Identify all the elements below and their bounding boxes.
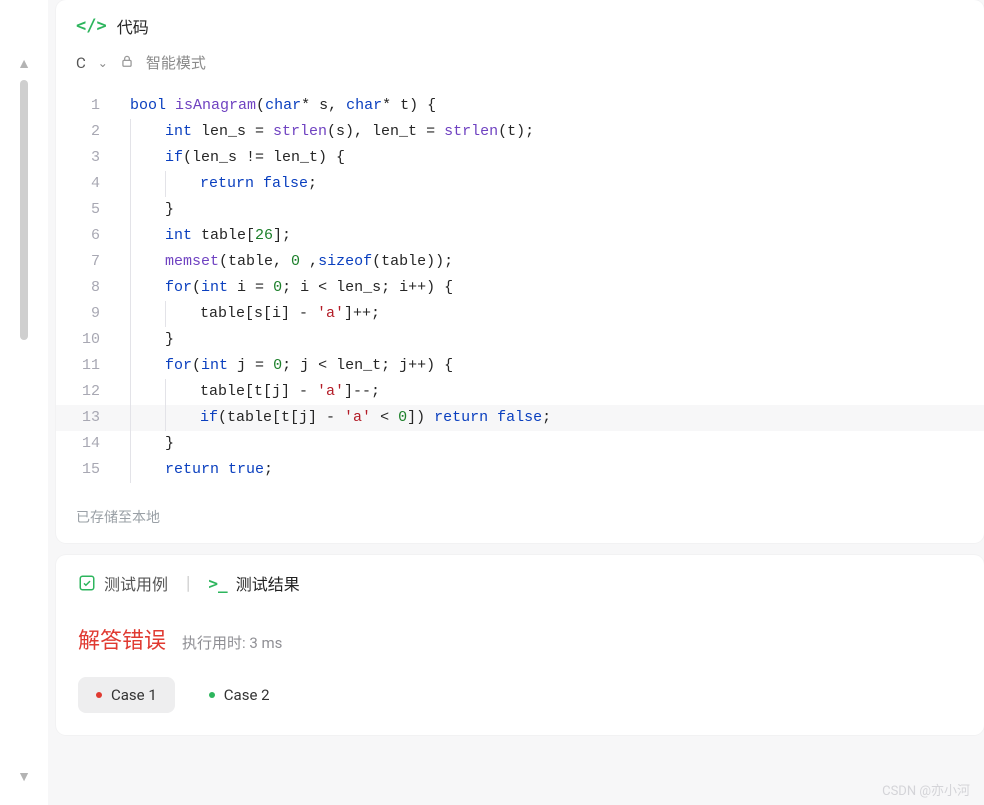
chevron-down-icon[interactable]: ⌄ xyxy=(98,56,108,70)
code-content: int table[26]; xyxy=(112,223,984,249)
code-panel-title: 代码 xyxy=(117,14,149,38)
line-number: 3 xyxy=(56,145,112,171)
code-line[interactable]: 10} xyxy=(56,327,984,353)
code-content: int len_s = strlen(s), len_t = strlen(t)… xyxy=(112,119,984,145)
tab-test-results[interactable]: >_ 测试结果 xyxy=(208,571,299,595)
code-line[interactable]: 11for(int j = 0; j < len_t; j++) { xyxy=(56,353,984,379)
code-content: if(len_s != len_t) { xyxy=(112,145,984,171)
scrollbar-track[interactable] xyxy=(20,80,28,760)
language-selector[interactable]: C xyxy=(76,54,86,72)
code-content: } xyxy=(112,431,984,457)
scrollbar-thumb[interactable] xyxy=(20,80,28,340)
terminal-icon: >_ xyxy=(208,574,227,593)
tab-test-results-label: 测试结果 xyxy=(236,571,300,595)
code-line[interactable]: 3if(len_s != len_t) { xyxy=(56,145,984,171)
code-line[interactable]: 2int len_s = strlen(s), len_t = strlen(t… xyxy=(56,119,984,145)
tab-separator: | xyxy=(186,573,190,594)
scroll-up-arrow[interactable]: ▲ xyxy=(17,55,31,72)
watermark: CSDN @亦小河 xyxy=(882,780,970,799)
line-number: 1 xyxy=(56,93,112,119)
code-icon: </> xyxy=(76,16,107,36)
line-number: 15 xyxy=(56,457,112,483)
code-line[interactable]: 7memset(table, 0 ,sizeof(table)); xyxy=(56,249,984,275)
saved-indicator: 已存储至本地 xyxy=(56,493,984,543)
line-number: 13 xyxy=(56,405,112,431)
mode-label: 智能模式 xyxy=(146,52,206,73)
line-number: 7 xyxy=(56,249,112,275)
line-number: 6 xyxy=(56,223,112,249)
code-content: bool isAnagram(char* s, char* t) { xyxy=(112,93,984,119)
code-line[interactable]: 1bool isAnagram(char* s, char* t) { xyxy=(56,93,984,119)
line-number: 14 xyxy=(56,431,112,457)
code-line[interactable]: 4return false; xyxy=(56,171,984,197)
tab-test-cases[interactable]: 测试用例 xyxy=(78,571,168,595)
code-content: } xyxy=(112,197,984,223)
code-editor[interactable]: 1bool isAnagram(char* s, char* t) {2int … xyxy=(56,85,984,493)
code-content: for(int i = 0; i < len_s; i++) { xyxy=(112,275,984,301)
code-line[interactable]: 13if(table[t[j] - 'a' < 0]) return false… xyxy=(56,405,984,431)
code-content: if(table[t[j] - 'a' < 0]) return false; xyxy=(112,405,984,431)
code-line[interactable]: 5} xyxy=(56,197,984,223)
code-line[interactable]: 15return true; xyxy=(56,457,984,483)
code-panel: </> 代码 C ⌄ 智能模式 1bool isAnagram(char* s,… xyxy=(56,0,984,543)
fail-dot-icon xyxy=(96,692,102,698)
check-square-icon xyxy=(78,574,96,592)
result-summary: 解答错误 执行用时: 3 ms xyxy=(78,623,962,655)
code-content: table[t[j] - 'a']--; xyxy=(112,379,984,405)
line-number: 2 xyxy=(56,119,112,145)
line-number: 8 xyxy=(56,275,112,301)
line-number: 4 xyxy=(56,171,112,197)
language-row: C ⌄ 智能模式 xyxy=(56,46,984,85)
line-number: 10 xyxy=(56,327,112,353)
code-line[interactable]: 6int table[26]; xyxy=(56,223,984,249)
code-content: } xyxy=(112,327,984,353)
results-panel: 测试用例 | >_ 测试结果 解答错误 执行用时: 3 ms Case 1Cas… xyxy=(56,555,984,735)
case-pill[interactable]: Case 1 xyxy=(78,677,175,713)
line-number: 12 xyxy=(56,379,112,405)
runtime-label: 执行用时: 3 ms xyxy=(182,632,282,653)
code-content: table[s[i] - 'a']++; xyxy=(112,301,984,327)
lock-icon xyxy=(120,54,134,72)
scroll-down-arrow[interactable]: ▼ xyxy=(17,768,31,785)
code-content: return false; xyxy=(112,171,984,197)
results-tabs: 测试用例 | >_ 测试结果 xyxy=(78,571,962,595)
case-label: Case 1 xyxy=(111,686,157,704)
code-content: for(int j = 0; j < len_t; j++) { xyxy=(112,353,984,379)
pass-dot-icon xyxy=(209,692,215,698)
code-line[interactable]: 12table[t[j] - 'a']--; xyxy=(56,379,984,405)
scroll-gutter: ▲ ▼ xyxy=(0,0,48,805)
line-number: 11 xyxy=(56,353,112,379)
case-list: Case 1 Case 2 xyxy=(78,677,962,713)
code-content: return true; xyxy=(112,457,984,483)
tab-test-cases-label: 测试用例 xyxy=(104,571,168,595)
line-number: 9 xyxy=(56,301,112,327)
code-line[interactable]: 14} xyxy=(56,431,984,457)
code-content: memset(table, 0 ,sizeof(table)); xyxy=(112,249,984,275)
case-pill[interactable]: Case 2 xyxy=(191,677,288,713)
code-line[interactable]: 9table[s[i] - 'a']++; xyxy=(56,301,984,327)
case-label: Case 2 xyxy=(224,686,270,704)
code-line[interactable]: 8for(int i = 0; i < len_s; i++) { xyxy=(56,275,984,301)
error-label: 解答错误 xyxy=(78,623,166,655)
line-number: 5 xyxy=(56,197,112,223)
code-panel-header: </> 代码 xyxy=(56,0,984,46)
